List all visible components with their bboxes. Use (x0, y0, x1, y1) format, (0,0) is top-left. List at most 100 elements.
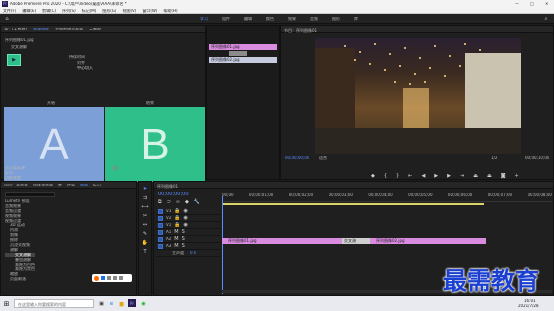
eye-icon[interactable]: ◉ (184, 208, 188, 214)
play-icon[interactable]: ▶ (434, 173, 438, 179)
mute-icon[interactable]: M (174, 243, 178, 249)
timeline-clip-v1-a[interactable]: 序列图像01.jpg (222, 238, 342, 244)
step-forward-icon[interactable]: ▶ (447, 173, 451, 179)
menu-graphics[interactable]: 图形(G) (102, 9, 116, 13)
solo-icon[interactable]: S (182, 243, 185, 249)
align-dropdown[interactable]: 中心切入 (77, 66, 93, 70)
pen-tool-icon[interactable]: ✎ (143, 231, 147, 237)
close-button[interactable]: ✕ (545, 2, 548, 6)
ime-mode-icon[interactable] (101, 276, 105, 280)
mini-transition[interactable] (229, 51, 247, 56)
menu-marker[interactable]: 标记(M) (82, 9, 97, 13)
workspace-learn[interactable]: 学习 (200, 17, 208, 21)
menu-edit[interactable]: 编辑(E) (22, 9, 36, 13)
menu-help[interactable]: 帮助(H) (163, 9, 177, 13)
effects-item[interactable]: 视频效果 (5, 214, 35, 218)
go-to-out-icon[interactable]: ⇥ (460, 173, 464, 179)
ime-punct-icon[interactable] (107, 276, 111, 280)
tab-effects[interactable]: 效果 (80, 184, 88, 186)
tab-media-browser[interactable]: 媒体浏览器 (33, 184, 53, 186)
workspace-assembly[interactable]: 组件 (222, 17, 230, 21)
target-toggle[interactable] (158, 208, 163, 214)
effects-item[interactable]: 溶解 (5, 248, 35, 252)
playhead[interactable] (222, 196, 223, 294)
step-back-icon[interactable]: ◀ (421, 173, 425, 179)
timeline-sequence-tab[interactable]: 序列图像01 (157, 184, 178, 189)
reverse-checkbox[interactable] (113, 166, 117, 170)
eye-icon[interactable]: ◉ (184, 215, 188, 221)
effects-item[interactable]: 音频效果 (5, 204, 35, 208)
tab-source[interactable]: 源：(无剪辑) (4, 28, 27, 30)
lift-icon[interactable]: ⏏ (473, 173, 478, 179)
type-tool-icon[interactable]: T (143, 249, 146, 255)
slip-tool-icon[interactable]: ↔ (143, 222, 147, 228)
effects-item[interactable]: Lumetri 预设 (5, 199, 35, 203)
program-monitor-tab[interactable]: 节目：序列图像01 (284, 28, 317, 33)
hand-tool-icon[interactable]: ✋ (142, 240, 148, 246)
export-frame-icon[interactable]: ◙ (501, 173, 506, 179)
lock-icon[interactable]: 🔒 (174, 222, 180, 228)
master-volume[interactable]: 0.0 (190, 251, 196, 255)
effects-item[interactable]: 3D 运动 (5, 223, 35, 227)
timeline-transition[interactable]: 交叉溶 (342, 238, 370, 244)
workspace-audio[interactable]: 音频 (310, 17, 318, 21)
nest-icon[interactable]: ⧉ (158, 199, 162, 205)
effects-item[interactable]: 叠加溶解 (5, 258, 35, 262)
workspace-libraries[interactable]: 库 (354, 17, 358, 21)
effects-item[interactable]: 渐隐为白色 (5, 263, 35, 267)
play-transition-icon[interactable]: ▶ (7, 54, 21, 66)
mark-in-icon[interactable]: { (384, 173, 387, 179)
target-toggle[interactable] (158, 243, 163, 249)
workspace-effects[interactable]: 效果 (288, 17, 296, 21)
tab-libraries[interactable]: 库 (58, 184, 62, 186)
extract-icon[interactable]: ⏏ (487, 173, 492, 179)
tab-project[interactable]: 项目：未命名 (4, 184, 28, 186)
taskbar-search-box[interactable]: 在这里输入你要搜索的内容 (14, 299, 94, 308)
premiere-taskbar-icon[interactable]: Pr (128, 299, 136, 307)
solo-icon[interactable]: S (182, 229, 185, 235)
timeline-ruler[interactable]: 00;00 00;00;01;00 00;00;02;00 00;00;03;0… (222, 193, 552, 202)
selection-tool-icon[interactable]: ➤ (143, 186, 147, 192)
add-marker-icon[interactable]: ◆ (185, 199, 189, 205)
target-toggle[interactable] (158, 229, 163, 235)
snap-icon[interactable]: ⊃ (167, 199, 171, 205)
effects-item[interactable]: 音频过渡 (5, 209, 35, 213)
ime-toolbar[interactable] (92, 274, 132, 282)
workspace-graphics[interactable]: 图形 (332, 17, 340, 21)
timeline-clip-v1-b[interactable]: 序列图像02.jpg (370, 238, 486, 244)
eye-icon[interactable]: ◉ (184, 222, 188, 228)
mute-icon[interactable]: M (174, 229, 178, 235)
ime-skin-icon[interactable] (119, 276, 123, 280)
menu-file[interactable]: 文件(F) (3, 9, 16, 13)
effects-item[interactable]: 擦除 (5, 238, 35, 242)
effects-item-selected[interactable]: 交叉溶解 (5, 252, 35, 257)
workspace-editing[interactable]: 编辑 (244, 17, 252, 21)
resolution-dropdown[interactable]: 1/2 (491, 156, 497, 160)
program-timecode[interactable]: 00;00;00;00 (285, 156, 309, 160)
tab-markers[interactable]: 标记 (93, 184, 101, 186)
ime-keyboard-icon[interactable] (113, 276, 117, 280)
marker-icon[interactable]: ◆ (371, 173, 375, 179)
effects-item[interactable]: 沉浸式视频 (5, 243, 35, 247)
mute-icon[interactable]: M (174, 236, 178, 242)
work-area-bar[interactable] (222, 203, 484, 205)
mini-clip-1[interactable]: 序列图像01.jpg (209, 44, 277, 50)
windows-start-icon[interactable]: ⊞ (3, 300, 10, 308)
track-select-tool-icon[interactable]: ⇉ (143, 195, 147, 201)
search-icon[interactable]: ⌕ (543, 16, 549, 22)
target-toggle[interactable] (158, 236, 163, 242)
razor-tool-icon[interactable]: ✂ (143, 213, 147, 219)
wrench-icon[interactable]: 🔧 (194, 199, 200, 205)
lock-icon[interactable]: 🔒 (174, 215, 180, 221)
target-toggle[interactable] (158, 222, 163, 228)
edge-browser-icon[interactable]: e (108, 300, 115, 307)
target-toggle[interactable] (158, 215, 163, 221)
timeline-timecode[interactable]: 00;00;00;00 (158, 192, 189, 197)
maximize-button[interactable]: □ (530, 2, 534, 6)
effects-item[interactable]: 页面剥落 (5, 277, 35, 281)
effects-item[interactable]: 视频过渡 (5, 219, 35, 223)
home-icon[interactable]: ⌂ (4, 16, 10, 22)
workspace-color[interactable]: 颜色 (266, 17, 274, 21)
mini-clip-2[interactable]: 序列图像02.jpg (209, 57, 277, 63)
wechat-taskbar-icon[interactable]: ◉ (140, 300, 147, 307)
